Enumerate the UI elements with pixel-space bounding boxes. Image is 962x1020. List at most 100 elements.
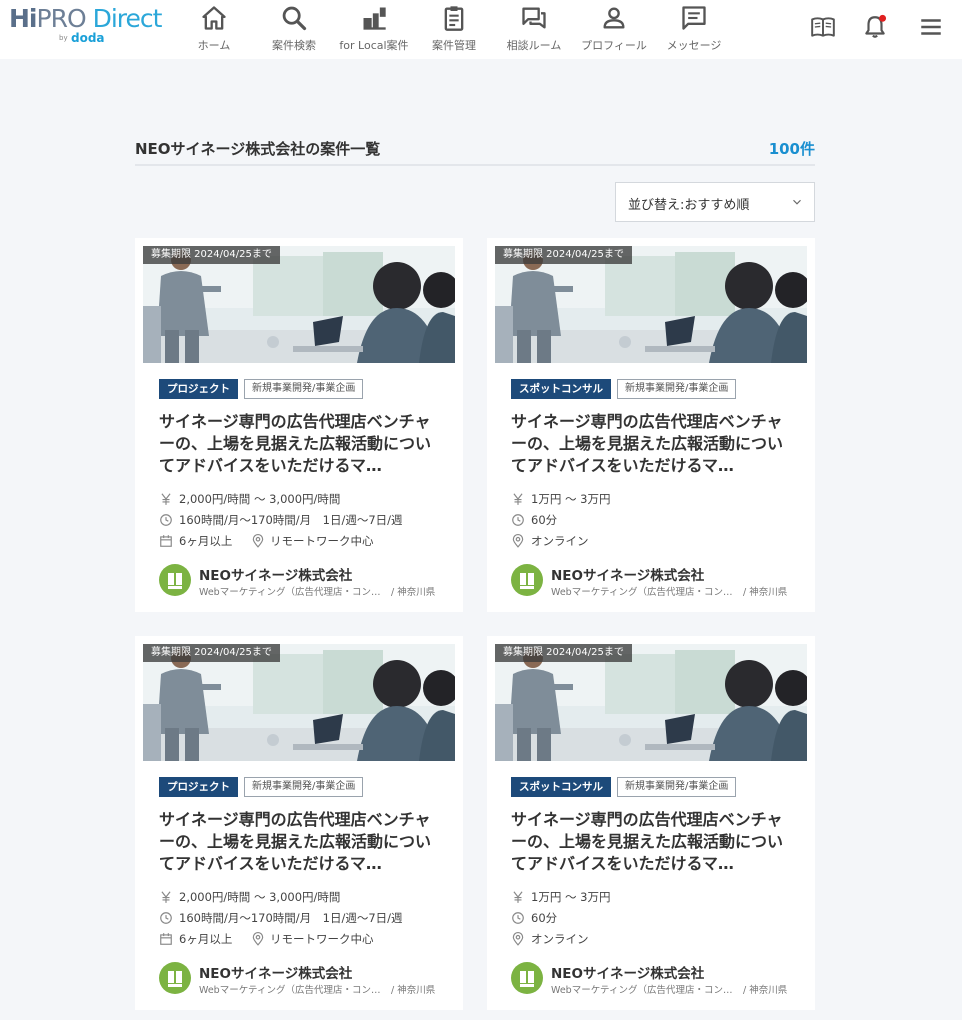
company-prefecture: / 神奈川県: [391, 587, 436, 598]
nav-messages[interactable]: メッセージ: [649, 4, 739, 54]
section-divider: [135, 164, 815, 166]
logo-by-text: by: [59, 34, 68, 42]
deadline-badge: 募集期限 2024/04/25まで: [143, 246, 280, 264]
company-name: NEOサイネージ株式会社: [551, 966, 705, 982]
company-name: NEOサイネージ株式会社: [199, 966, 353, 982]
chevron-down-icon: [793, 199, 801, 205]
project-type-tag: スポットコンサル: [511, 379, 611, 399]
project-card[interactable]: 募集期限 2024/04/25まで スポットコンサル 新規事業開発/事業企画 サイ…: [487, 238, 815, 612]
project-type-tag: スポットコンサル: [511, 777, 611, 797]
company-info[interactable]: NEOサイネージ株式会社 Webマーケティング（広告代理店・コンサルティング） …: [511, 564, 801, 598]
message-icon: [682, 6, 706, 30]
fee-text: 1万円 〜 3万円: [531, 492, 611, 506]
deadline-badge: 募集期限 2024/04/25まで: [495, 644, 632, 662]
hipro-direct-logo[interactable]: HiPRO Direct by doda: [9, 4, 169, 50]
person-icon: [603, 7, 625, 29]
yen-icon: [513, 493, 523, 505]
nav-for-local[interactable]: for Local案件: [329, 4, 419, 54]
yen-icon: [161, 891, 171, 903]
chat-icon: [522, 7, 546, 29]
project-card[interactable]: 募集期限 2024/04/25まで プロジェクト 新規事業開発/事業企画 サイネー…: [135, 636, 463, 1010]
fee-row: 1万円 〜 3万円: [511, 490, 801, 508]
clock-icon: [512, 912, 524, 924]
project-title[interactable]: サイネージ専門の広告代理店ベンチャーの、上場を見据えた広報活動についてアドバイス…: [511, 411, 797, 477]
company-logo: [159, 564, 191, 596]
nav-profile[interactable]: プロフィール: [569, 4, 659, 54]
company-info[interactable]: NEOサイネージ株式会社 Webマーケティング（広告代理店・コンサルティング） …: [159, 962, 449, 996]
location-row: オンライン: [511, 532, 801, 550]
deadline-badge: 募集期限 2024/04/25まで: [495, 246, 632, 264]
nav-label: for Local案件: [339, 39, 409, 52]
home-icon: [202, 6, 226, 30]
clipboard-icon: [444, 6, 464, 31]
company-prefecture: / 神奈川県: [743, 985, 788, 996]
project-title[interactable]: サイネージ専門の広告代理店ベンチャーの、上場を見据えた広報活動についてアドバイス…: [159, 411, 445, 477]
calendar-icon: [160, 933, 172, 945]
location-text: オンライン: [531, 534, 589, 548]
company-info[interactable]: NEOサイネージ株式会社 Webマーケティング（広告代理店・コンサルティング） …: [159, 564, 449, 598]
fee-row: 2,000円/時間 〜 3,000円/時間: [159, 490, 449, 508]
company-info[interactable]: NEOサイネージ株式会社 Webマーケティング（広告代理店・コンサルティング） …: [511, 962, 801, 996]
company-name: NEOサイネージ株式会社: [551, 568, 705, 584]
company-industry: Webマーケティング（広告代理店・コンサルティング）: [551, 985, 733, 996]
fee-text: 2,000円/時間 〜 3,000円/時間: [179, 492, 341, 506]
nav-label: 案件検索: [272, 39, 316, 52]
tag-list: プロジェクト 新規事業開発/事業企画: [159, 777, 364, 797]
result-count: 100件: [768, 140, 815, 158]
fee-row: 2,000円/時間 〜 3,000円/時間: [159, 888, 449, 906]
hamburger-menu-icon[interactable]: [918, 14, 944, 40]
nav-project-management[interactable]: 案件管理: [409, 4, 499, 54]
category-tag: 新規事業開発/事業企画: [617, 777, 737, 797]
company-logo: [511, 564, 543, 596]
nav-label: 案件管理: [432, 39, 476, 52]
fee-text: 1万円 〜 3万円: [531, 890, 611, 904]
nav-search[interactable]: 案件検索: [249, 4, 339, 54]
location-text: オンライン: [531, 932, 589, 946]
project-type-tag: プロジェクト: [159, 379, 238, 399]
location-pin-icon: [252, 534, 264, 548]
company-industry: Webマーケティング（広告代理店・コンサルティング）: [199, 587, 381, 598]
time-text: 60分: [531, 513, 558, 527]
time-text: 160時間/月〜170時間/月 1日/週〜7日/週: [179, 911, 403, 925]
category-tag: 新規事業開発/事業企画: [617, 379, 737, 399]
nav-label: ホーム: [197, 39, 231, 52]
company-prefecture: / 神奈川県: [391, 985, 436, 996]
location-pin-icon: [252, 932, 264, 946]
nav-label: 相談ルーム: [506, 39, 562, 52]
clock-icon: [160, 912, 172, 924]
company-logo: [511, 962, 543, 994]
project-card[interactable]: 募集期限 2024/04/25まで スポットコンサル 新規事業開発/事業企画 サイ…: [487, 636, 815, 1010]
logo-wordmark: HiPRO Direct: [9, 4, 162, 33]
location-row: オンライン: [511, 930, 801, 948]
time-row: 160時間/月〜170時間/月 1日/週〜7日/週: [159, 511, 449, 529]
clock-icon: [512, 514, 524, 526]
clock-icon: [160, 514, 172, 526]
time-row: 60分: [511, 511, 801, 529]
time-row: 60分: [511, 909, 801, 927]
period-text: 6ヶ月以上: [179, 534, 233, 548]
deadline-badge: 募集期限 2024/04/25まで: [143, 644, 280, 662]
project-card[interactable]: 募集期限 2024/04/25まで プロジェクト 新規事業開発/事業企画 サイネー…: [135, 238, 463, 612]
nav-label: プロフィール: [581, 39, 647, 52]
company-industry: Webマーケティング（広告代理店・コンサルティング）: [551, 587, 733, 598]
time-text: 160時間/月〜170時間/月 1日/週〜7日/週: [179, 513, 403, 527]
page-title: NEOサイネージ株式会社の案件一覧: [135, 140, 381, 158]
company-industry: Webマーケティング（広告代理店・コンサルティング）: [199, 985, 381, 996]
sort-dropdown[interactable]: 並び替え:おすすめ順: [615, 182, 815, 222]
project-title[interactable]: サイネージ専門の広告代理店ベンチャーの、上場を見据えた広報活動についてアドバイス…: [511, 809, 797, 875]
nav-consultation-room[interactable]: 相談ルーム: [489, 4, 579, 54]
fee-text: 2,000円/時間 〜 3,000円/時間: [179, 890, 341, 904]
notification-bell-icon[interactable]: [862, 14, 888, 40]
location-pin-icon: [512, 534, 524, 548]
top-navigation-bar: HiPRO Direct by doda ホーム 案件検索 for Local案…: [0, 0, 962, 59]
time-text: 60分: [531, 911, 558, 925]
location-text: リモートワーク中心: [270, 534, 374, 548]
company-name: NEOサイネージ株式会社: [199, 568, 353, 584]
category-tag: 新規事業開発/事業企画: [244, 777, 364, 797]
location-pin-icon: [512, 932, 524, 946]
project-title[interactable]: サイネージ専門の広告代理店ベンチャーの、上場を見据えた広報活動についてアドバイス…: [159, 809, 445, 875]
guide-book-icon[interactable]: [810, 14, 836, 40]
period-location-row: 6ヶ月以上 リモートワーク中心: [159, 930, 449, 948]
company-logo: [159, 962, 191, 994]
nav-home[interactable]: ホーム: [169, 4, 259, 54]
